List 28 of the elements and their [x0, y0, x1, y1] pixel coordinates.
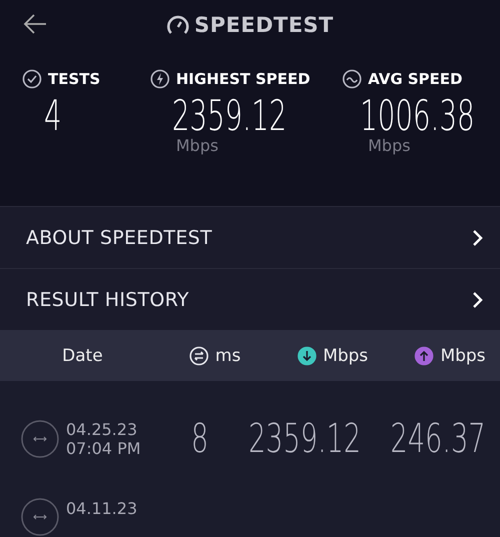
chevron-icon: [472, 290, 484, 309]
stat-label: TESTS: [48, 70, 100, 88]
ping-value: 8: [191, 416, 209, 462]
arrows-icon: [189, 346, 210, 366]
column-header: ms: [215, 346, 241, 366]
date-text: 04.11.23: [66, 499, 138, 518]
stat-label: HIGHEST SPEED: [176, 70, 310, 88]
download-icon: [296, 346, 317, 366]
upload-value: 246.37: [390, 416, 486, 462]
menu-item[interactable]: RESULT HISTORY: [0, 268, 500, 330]
connection-icon: [20, 497, 60, 537]
download-value: 2359.12: [248, 416, 362, 462]
stat-value: 4: [44, 91, 62, 140]
menu-item[interactable]: ABOUT SPEEDTEST: [0, 206, 500, 268]
column-header: Mbps: [322, 346, 368, 366]
column-header: Mbps: [440, 346, 486, 366]
chevron-icon: [472, 228, 484, 247]
gauge-icon: [166, 14, 190, 36]
stat-label: AVG SPEED: [368, 70, 462, 88]
upload-icon: [414, 346, 434, 366]
column-header: Date: [62, 346, 103, 366]
connection-icon: [20, 419, 60, 460]
app-title: SPEEDTEST: [194, 12, 334, 37]
back-arrow-icon[interactable]: [22, 13, 48, 35]
date-time-text: 04.25.23 07:04 PM: [66, 420, 141, 458]
lightning-icon: [150, 69, 170, 90]
check-icon: [22, 69, 42, 90]
wave-icon: [342, 69, 362, 90]
